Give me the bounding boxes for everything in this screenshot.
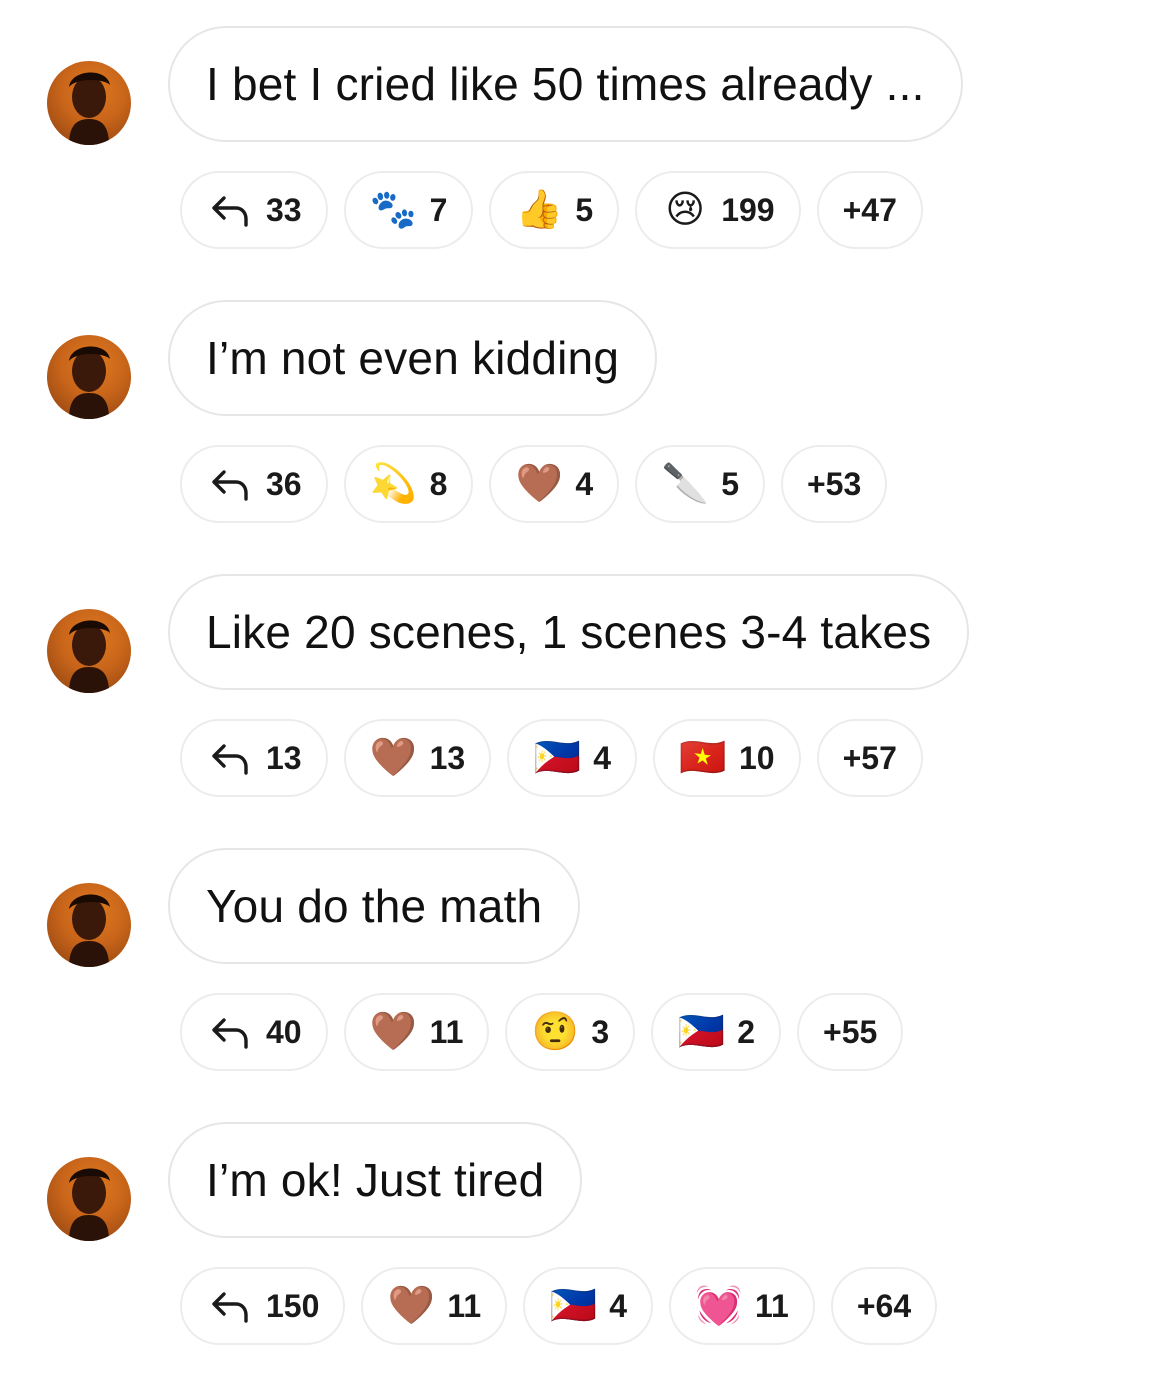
brown-heart-icon: 🤎 (515, 463, 564, 505)
message-text: I’m not even kidding (206, 332, 620, 384)
philippines-flag-icon: 🇵🇭 (549, 1285, 597, 1327)
philippines-flag-icon: 🇵🇭 (533, 737, 581, 779)
reaction-count: 7 (429, 191, 448, 228)
reaction-bar: 150 🤎 11 🇵🇭 4 💓 11 +64 (180, 1267, 938, 1345)
reaction-button[interactable]: 😢 199 (635, 171, 801, 249)
reaction-button[interactable]: 🤎 11 (361, 1267, 508, 1345)
more-reactions-button[interactable]: +64 (830, 1267, 938, 1345)
reaction-button[interactable]: 💫 8 (343, 445, 474, 523)
reply-count-button[interactable]: 36 (180, 445, 328, 523)
reaction-count: 33 (266, 191, 302, 228)
reaction-count: 3 (591, 1013, 610, 1050)
reply-arrow-icon (206, 1282, 254, 1330)
reaction-count: 13 (266, 739, 302, 776)
reply-arrow-icon (206, 460, 254, 508)
kitchen-knife-icon: 🔪 (661, 463, 709, 505)
person-silhouette-icon (69, 346, 110, 419)
message-bubble[interactable]: I bet I cried like 50 times already ... (168, 26, 963, 142)
reply-count-button[interactable]: 33 (180, 171, 328, 249)
reaction-button[interactable]: 🤨 3 (505, 993, 636, 1071)
message-bubble[interactable]: You do the math (168, 848, 581, 964)
person-silhouette-icon (69, 1168, 110, 1241)
reaction-count: 13 (429, 739, 466, 776)
more-reactions-count: +55 (823, 1013, 878, 1050)
reaction-bar: 36 💫 8 🤎 4 🔪 5 +53 (180, 445, 888, 523)
message-text: I bet I cried like 50 times already ... (206, 58, 925, 110)
message-text: Like 20 scenes, 1 scenes 3-4 takes (206, 606, 932, 658)
more-reactions-button[interactable]: +57 (816, 719, 923, 797)
reaction-button[interactable]: 🤎 13 (343, 719, 492, 797)
message-text: You do the math (206, 880, 543, 932)
avatar[interactable] (47, 1157, 131, 1241)
reaction-button[interactable]: 🇵🇭 4 (507, 719, 637, 797)
vietnam-flag-icon: 🇻🇳 (679, 737, 727, 779)
philippines-flag-icon: 🇵🇭 (677, 1011, 725, 1053)
growing-heart-icon: 💓 (695, 1285, 743, 1327)
reaction-count: 2 (737, 1013, 756, 1050)
brown-heart-icon: 🤎 (369, 737, 418, 779)
reaction-button[interactable]: 🇵🇭 2 (651, 993, 782, 1071)
person-silhouette-icon (69, 894, 110, 967)
reaction-count: 4 (593, 739, 611, 776)
more-reactions-count: +53 (806, 465, 862, 502)
thumbs-up-icon: 👍 (515, 189, 564, 231)
reaction-bar: 40 🤎 11 🤨 3 🇵🇭 2 +55 (180, 993, 904, 1071)
dizzy-icon: 💫 (369, 463, 418, 505)
reply-arrow-icon (206, 734, 254, 782)
reaction-count: 5 (721, 465, 739, 502)
avatar[interactable] (47, 883, 131, 967)
reaction-bar: 13 🤎 13 🇵🇭 4 🇻🇳 10 +57 (180, 719, 923, 797)
reaction-button[interactable]: 🐾 7 (343, 171, 474, 249)
more-reactions-button[interactable]: +53 (780, 445, 888, 523)
person-silhouette-icon (69, 620, 110, 693)
message-bubble[interactable]: Like 20 scenes, 1 scenes 3-4 takes (168, 574, 970, 690)
reaction-count: 40 (266, 1013, 302, 1050)
reaction-button[interactable]: 🇻🇳 10 (652, 719, 801, 797)
reaction-button[interactable]: 🇵🇭 4 (523, 1267, 654, 1345)
more-reactions-count: +64 (856, 1287, 912, 1324)
reaction-count: 11 (755, 1287, 789, 1324)
reaction-button[interactable]: 💓 11 (669, 1267, 815, 1345)
reaction-button[interactable]: 🤎 11 (343, 993, 490, 1071)
reaction-count: 36 (266, 465, 302, 502)
more-reactions-count: +47 (842, 191, 897, 228)
reaction-count: 150 (266, 1287, 320, 1324)
avatar[interactable] (47, 61, 131, 145)
reaction-count: 5 (575, 191, 594, 228)
reply-arrow-icon (206, 1008, 254, 1056)
person-silhouette-icon (69, 72, 110, 145)
reaction-count: 199 (721, 191, 775, 228)
reaction-count: 11 (447, 1287, 482, 1324)
message-bubble[interactable]: I’m ok! Just tired (168, 1122, 583, 1238)
paw-prints-icon: 🐾 (369, 189, 418, 231)
more-reactions-button[interactable]: +47 (816, 171, 923, 249)
reaction-count: 4 (609, 1287, 628, 1324)
reply-count-button[interactable]: 40 (180, 993, 328, 1071)
message-bubble[interactable]: I’m not even kidding (168, 300, 658, 416)
avatar[interactable] (47, 609, 131, 693)
raised-eyebrow-face-icon: 🤨 (531, 1011, 580, 1053)
brown-heart-icon: 🤎 (369, 1011, 418, 1053)
reaction-count: 4 (575, 465, 594, 502)
reaction-count: 10 (738, 739, 775, 776)
reaction-count: 8 (429, 465, 448, 502)
reaction-count: 11 (429, 1013, 464, 1050)
reaction-bar: 33 🐾 7 👍 5 😢 199 +47 (180, 171, 923, 249)
reply-arrow-icon (206, 186, 254, 234)
message-text: I’m ok! Just tired (206, 1154, 545, 1206)
avatar[interactable] (47, 335, 131, 419)
crying-face-icon: 😢 (665, 189, 705, 231)
more-reactions-button[interactable]: +55 (797, 993, 904, 1071)
reaction-button[interactable]: 🤎 4 (489, 445, 620, 523)
reaction-button[interactable]: 🔪 5 (635, 445, 765, 523)
reply-count-button[interactable]: 150 (180, 1267, 346, 1345)
reaction-button[interactable]: 👍 5 (489, 171, 620, 249)
more-reactions-count: +57 (842, 739, 897, 776)
brown-heart-icon: 🤎 (387, 1285, 436, 1327)
reply-count-button[interactable]: 13 (180, 719, 328, 797)
